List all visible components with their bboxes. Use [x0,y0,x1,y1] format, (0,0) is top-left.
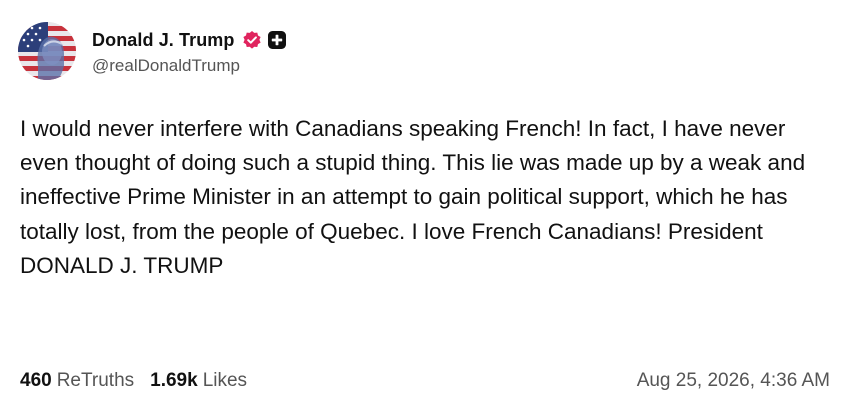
retruths-label: ReTruths [56,370,135,391]
post-timestamp[interactable]: Aug 25, 2026, 4:36 AM [637,370,830,392]
author-display-name[interactable]: Donald J. Trump [92,30,235,51]
verified-badge-icon [242,30,262,50]
author-handle[interactable]: @realDonaldTrump [92,56,287,76]
post-body-text: I would never interfere with Canadians s… [20,116,806,278]
avatar-image [18,22,76,80]
post-footer: 460 ReTruths 1.69k Likes Aug 25, 2026, 4… [20,370,830,392]
retruths-stat[interactable]: 460 ReTruths [20,370,134,392]
name-row: Donald J. Trump [92,26,287,54]
post-header: Donald J. Trump @realDonaldTrump [18,22,287,80]
post-card: Donald J. Trump @realDonaldTrump I would… [0,0,850,418]
likes-stat[interactable]: 1.69k Likes [150,370,247,392]
plus-badge-icon [267,30,287,50]
likes-label: Likes [202,370,248,391]
author-info: Donald J. Trump @realDonaldTrump [92,26,287,76]
avatar[interactable] [18,22,76,80]
likes-count: 1.69k [150,370,198,391]
retruths-count: 460 [20,370,52,391]
